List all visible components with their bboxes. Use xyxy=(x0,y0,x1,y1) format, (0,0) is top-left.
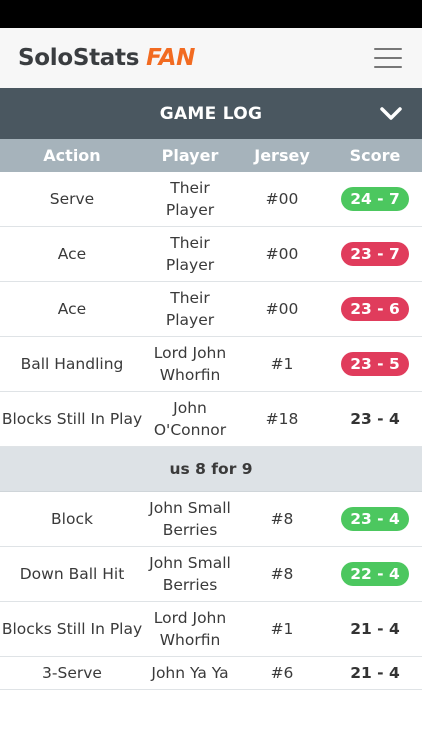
status-bar xyxy=(0,0,422,28)
player-cell: John Small Berries xyxy=(149,554,231,594)
jersey-cell: #00 xyxy=(265,300,299,318)
column-header-row: Action Player Jersey Score xyxy=(0,139,422,172)
table-row[interactable]: 3-Serve John Ya Ya #6 21 - 4 xyxy=(0,657,422,690)
player-cell: Lord John Whorfin xyxy=(153,609,227,649)
player-cell: Their Player xyxy=(165,234,215,274)
jersey-cell: #00 xyxy=(265,190,299,208)
table-row[interactable]: Ace Their Player #00 23 - 7 xyxy=(0,227,422,282)
jersey-cell: #00 xyxy=(265,245,299,263)
column-header-action: Action xyxy=(43,146,101,165)
action-cell: Blocks Still In Play xyxy=(1,620,143,638)
jersey-cell: #8 xyxy=(270,565,294,583)
action-cell: Ace xyxy=(57,300,87,318)
action-cell: Ace xyxy=(57,245,87,263)
score-badge: 23 - 4 xyxy=(341,507,409,531)
column-header-jersey: Jersey xyxy=(254,146,310,165)
set-summary-row: us 8 for 9 xyxy=(0,447,422,492)
table-row[interactable]: Ace Their Player #00 23 - 6 xyxy=(0,282,422,337)
app-header: SoloStats FAN xyxy=(0,28,422,88)
action-cell: Ball Handling xyxy=(20,355,124,373)
score-badge: 23 - 5 xyxy=(341,352,409,376)
score-text: 21 - 4 xyxy=(350,664,400,682)
table-row[interactable]: Down Ball Hit John Small Berries #8 22 -… xyxy=(0,547,422,602)
brand-accent: FAN xyxy=(146,45,196,71)
table-row[interactable]: Ball Handling Lord John Whorfin #1 23 - … xyxy=(0,337,422,392)
jersey-cell: #6 xyxy=(270,664,294,682)
player-cell: Their Player xyxy=(165,179,215,219)
action-cell: Serve xyxy=(49,190,95,208)
hamburger-menu-icon[interactable] xyxy=(374,48,402,68)
player-cell: John Small Berries xyxy=(149,499,231,539)
table-row[interactable]: Blocks Still In Play John O'Connor #18 2… xyxy=(0,392,422,447)
app-logo: SoloStats FAN xyxy=(18,45,195,71)
chevron-down-icon[interactable] xyxy=(378,101,404,127)
player-cell: John O'Connor xyxy=(153,399,227,439)
game-log-header[interactable]: GAME LOG xyxy=(0,88,422,139)
jersey-cell: #1 xyxy=(270,620,294,638)
table-row[interactable]: Blocks Still In Play Lord John Whorfin #… xyxy=(0,602,422,657)
table-row[interactable]: Serve Their Player #00 24 - 7 xyxy=(0,172,422,227)
score-badge: 22 - 4 xyxy=(341,562,409,586)
action-cell: Block xyxy=(51,510,93,528)
set-summary-text: us 8 for 9 xyxy=(169,460,253,478)
score-text: 21 - 4 xyxy=(350,620,400,638)
jersey-cell: #1 xyxy=(270,355,294,373)
jersey-cell: #18 xyxy=(265,410,299,428)
player-cell: Lord John Whorfin xyxy=(153,344,227,384)
score-badge: 24 - 7 xyxy=(341,187,409,211)
score-badge: 23 - 6 xyxy=(341,297,409,321)
section-title: GAME LOG xyxy=(159,103,263,124)
score-badge: 23 - 7 xyxy=(341,242,409,266)
action-cell: 3-Serve xyxy=(42,664,102,682)
player-cell: Their Player xyxy=(165,289,215,329)
action-cell: Blocks Still In Play xyxy=(1,410,143,428)
game-log-list: Serve Their Player #00 24 - 7 Ace Their … xyxy=(0,172,422,690)
score-text: 23 - 4 xyxy=(350,410,400,428)
column-header-score: Score xyxy=(349,146,401,165)
table-row[interactable]: Block John Small Berries #8 23 - 4 xyxy=(0,492,422,547)
jersey-cell: #8 xyxy=(270,510,294,528)
action-cell: Down Ball Hit xyxy=(19,565,125,583)
column-header-player: Player xyxy=(161,146,219,165)
brand-name: SoloStats xyxy=(18,45,140,71)
player-cell: John Ya Ya xyxy=(151,664,229,682)
